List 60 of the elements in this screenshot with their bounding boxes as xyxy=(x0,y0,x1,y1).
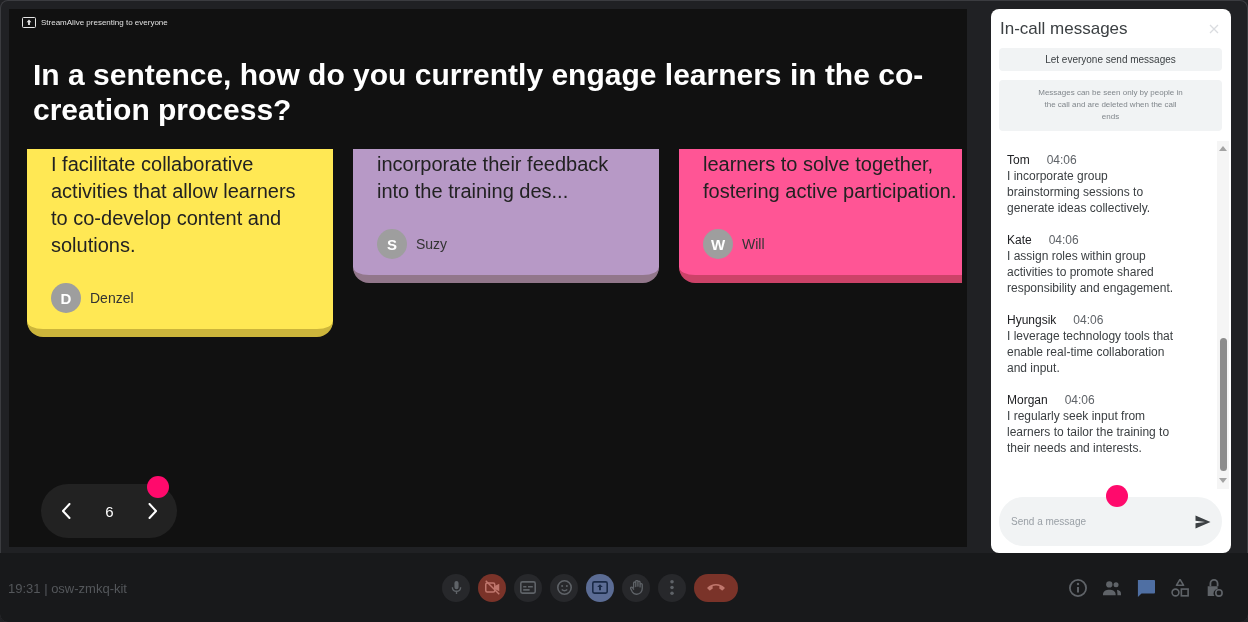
scroll-up-icon[interactable] xyxy=(1219,146,1227,151)
microphone-icon xyxy=(450,580,462,595)
presenting-screen-icon xyxy=(22,17,36,28)
avatar: D xyxy=(51,283,81,313)
hang-up-button[interactable] xyxy=(694,573,738,602)
sender-name: Morgan xyxy=(1007,392,1048,408)
scrollbar-thumb[interactable] xyxy=(1219,338,1227,471)
page-number: 6 xyxy=(105,502,114,520)
avatar: W xyxy=(703,229,733,259)
shapes-icon[interactable] xyxy=(1171,578,1189,597)
scrollbar[interactable] xyxy=(1217,141,1229,489)
raised-hand-icon xyxy=(629,580,643,595)
emoji-icon xyxy=(556,580,572,595)
message-time: 04:06 xyxy=(1048,232,1079,248)
people-icon[interactable] xyxy=(1103,578,1121,597)
message-text: I assign roles within group activities to promote shared responsibility and engagement. xyxy=(1007,248,1175,296)
notice-text: Messages can be seen only by people in the call and are deleted when the call ends xyxy=(999,80,1222,131)
chat-bubble-icon[interactable] xyxy=(1137,578,1155,597)
send-icon[interactable] xyxy=(1195,515,1211,529)
info-icon[interactable] xyxy=(1069,578,1087,597)
author-name: Will xyxy=(742,236,765,252)
captions-button[interactable] xyxy=(514,573,542,602)
captions-icon xyxy=(520,581,536,594)
sender-name: Kate xyxy=(1007,232,1032,248)
panel-title: In-call messages xyxy=(1000,19,1128,39)
meeting-info: 19:31 | osw-zmkq-kit xyxy=(8,580,127,596)
message-time: 04:06 xyxy=(1073,312,1104,328)
present-icon xyxy=(592,581,608,594)
message-text: I leverage technology tools that enable real-time collaboration and input. xyxy=(1007,328,1175,376)
message-input[interactable]: Send a message xyxy=(999,497,1222,546)
microphone-button[interactable] xyxy=(442,573,470,602)
note-text: learners to solve together, fostering active participation. xyxy=(703,152,958,204)
author-name: Denzel xyxy=(90,290,134,306)
question-title: In a sentence, how do you currently engage learners in the co-creation process? xyxy=(32,57,925,127)
camera-button[interactable] xyxy=(478,573,506,602)
emoji-button[interactable] xyxy=(550,573,578,602)
click-marker-icon xyxy=(147,476,169,498)
sender-name: Tom xyxy=(1007,152,1030,168)
chevron-right-icon[interactable] xyxy=(148,503,157,519)
toggle-button[interactable]: Let everyone send messages xyxy=(999,48,1222,71)
hang-up-icon xyxy=(707,584,725,591)
scroll-down-icon[interactable] xyxy=(1219,478,1227,483)
chevron-left-icon[interactable] xyxy=(62,503,71,519)
more-button[interactable] xyxy=(658,573,686,602)
raised-hand-button[interactable] xyxy=(622,573,650,602)
sender-name: Hyungsik xyxy=(1007,312,1057,328)
camera-icon xyxy=(484,580,500,595)
message-time: 04:06 xyxy=(1064,392,1095,408)
message-time: 04:06 xyxy=(1046,152,1077,168)
presenter-label: StreamAlive presenting to everyone xyxy=(41,18,168,27)
note-text: incorporate their feedback into the training des... xyxy=(377,152,610,204)
click-marker-icon xyxy=(1106,485,1128,507)
more-icon xyxy=(670,580,674,595)
avatar: S xyxy=(377,229,407,259)
message-text: I regularly seek input from learners to tailor the training to their needs and interests. xyxy=(1007,408,1171,456)
lock-icon[interactable] xyxy=(1205,578,1223,597)
author-name: Suzy xyxy=(416,236,448,252)
message-text: I incorporate group brainstorming sessions to generate ideas collectively. xyxy=(1007,168,1152,216)
note-text: I facilitate collaborative activities that allow learners to co-develop content and solutions. xyxy=(51,152,297,258)
present-button[interactable] xyxy=(586,573,614,602)
